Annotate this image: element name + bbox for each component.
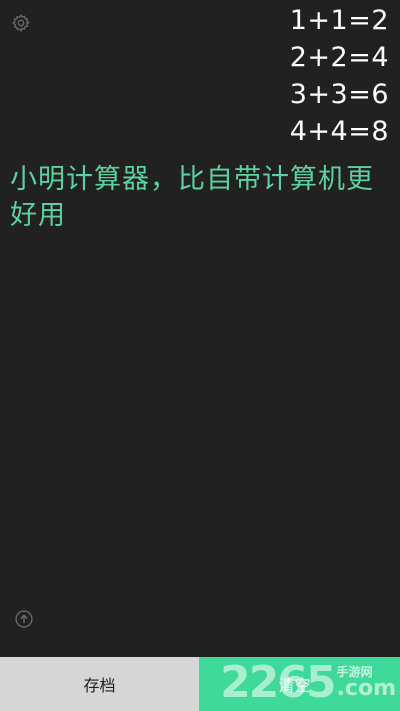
save-button[interactable]: 存档 [0, 657, 199, 711]
history-entry[interactable]: 1+1=2 [290, 2, 389, 39]
watermark-domain: .com [336, 676, 396, 701]
history-list: 1+1=2 2+2=4 3+3=6 4+4=8 [290, 2, 389, 150]
bottom-button-bar: 存档 2265 手游网 .com 清空 [0, 657, 400, 711]
arrow-up-circle-icon[interactable] [14, 609, 34, 629]
current-input-text[interactable]: 小明计算器，比自带计算机更好用 [10, 162, 382, 234]
clear-button-label: 清空 [278, 676, 311, 695]
history-entry[interactable]: 3+3=6 [290, 76, 389, 113]
history-entry[interactable]: 4+4=8 [290, 113, 389, 150]
clear-button[interactable]: 2265 手游网 .com 清空 [199, 657, 400, 711]
history-entry[interactable]: 2+2=4 [290, 39, 389, 76]
watermark-number: 2265 [220, 657, 336, 708]
calculator-screen: 1+1=2 2+2=4 3+3=6 4+4=8 小明计算器，比自带计算机更好用 … [0, 0, 400, 711]
gear-icon[interactable] [11, 13, 31, 33]
